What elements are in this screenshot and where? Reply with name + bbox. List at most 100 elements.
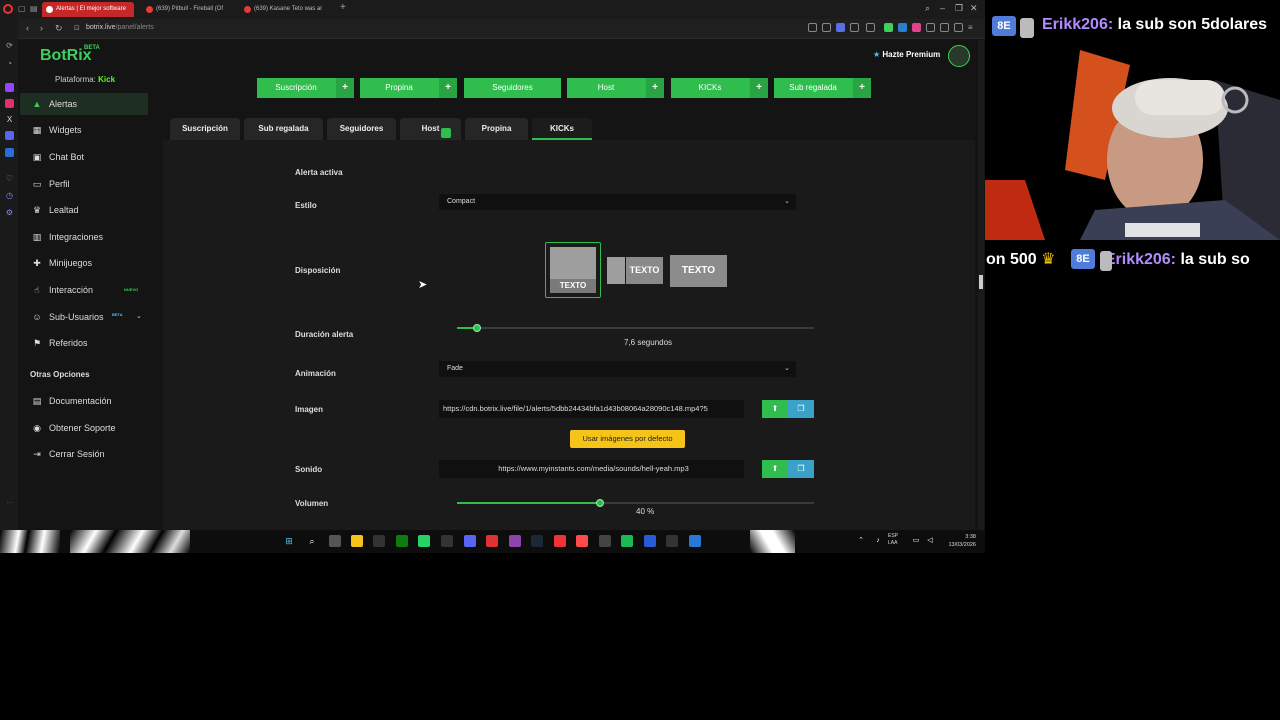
tab-alertas[interactable]: Alertas | El mejor software xyxy=(42,2,134,17)
duration-slider-thumb[interactable] xyxy=(473,324,481,332)
reload-icon[interactable]: ↻ xyxy=(55,23,63,34)
app-icon[interactable] xyxy=(441,535,453,547)
sidebar-item-interaccion[interactable]: ☝ Interacción NUEVO xyxy=(20,279,148,301)
discord-icon[interactable] xyxy=(5,131,14,140)
sidebar-item-referidos[interactable]: ⚑ Referidos xyxy=(20,332,148,354)
sidebar-item-alertas[interactable]: ▲ Alertas xyxy=(20,93,148,115)
brand-logo[interactable]: BotRix BETA xyxy=(40,45,100,65)
sidebar-toggle-icon[interactable]: ▢ xyxy=(18,4,26,13)
extension-icon[interactable] xyxy=(912,23,921,32)
tab-host[interactable]: Host xyxy=(400,118,461,140)
language-indicator[interactable]: ESP LAA xyxy=(888,533,898,547)
forward-icon[interactable]: › xyxy=(40,23,43,33)
extension-icon[interactable] xyxy=(884,23,893,32)
search-tabs-icon[interactable]: ⌕ xyxy=(925,3,930,14)
messenger-icon[interactable]: ◔ xyxy=(5,59,14,68)
url-field[interactable]: botrix.live/panel/alerts xyxy=(86,24,154,31)
sidebar-item-integraciones[interactable]: ▥ Integraciones xyxy=(20,226,148,248)
spotify-icon[interactable] xyxy=(621,535,633,547)
premium-link[interactable]: ★ Hazte Premium xyxy=(873,50,940,59)
volume-slider-thumb[interactable] xyxy=(596,499,604,507)
user-avatar[interactable] xyxy=(948,45,970,67)
add-alert-propina[interactable]: Propina + xyxy=(360,78,457,98)
network-icon[interactable]: ▭ xyxy=(910,535,922,547)
image-gallery-button[interactable]: ❐ xyxy=(788,400,814,418)
style-select[interactable]: Compact ⌄ xyxy=(439,194,796,210)
opera-icon[interactable] xyxy=(554,535,566,547)
sidebar-item-lealtad[interactable]: ♛ Lealtad xyxy=(20,199,148,221)
scrollbar-thumb[interactable] xyxy=(979,275,983,289)
tab-propina[interactable]: Propina xyxy=(465,118,528,140)
whatsapp-icon[interactable] xyxy=(418,535,430,547)
image-url-input[interactable]: https://cdn.botrix.live/file/1/alerts/5d… xyxy=(439,400,744,418)
sidebar-item-documentacion[interactable]: ▤ Documentación xyxy=(20,390,148,412)
menu-icon[interactable]: ≡ xyxy=(968,23,977,32)
add-alert-suscripcion[interactable]: Suscripción + xyxy=(257,78,354,98)
new-tab-button[interactable]: + xyxy=(340,2,346,13)
sidebar-item-sub-usuarios[interactable]: ☺ Sub-Usuarios BETA ⌄ xyxy=(20,306,148,328)
add-alert-sub-regalada[interactable]: Sub regalada + xyxy=(774,78,871,98)
extension-icon[interactable] xyxy=(926,23,935,32)
bookmark-icon[interactable] xyxy=(5,148,14,157)
tab-kicks[interactable]: KICKs xyxy=(532,118,592,140)
more-icon[interactable]: ··· xyxy=(5,499,14,508)
download-icon[interactable] xyxy=(954,23,963,32)
steam-icon[interactable] xyxy=(531,535,543,547)
opera-logo-icon[interactable] xyxy=(3,4,13,14)
sidebar-item-soporte[interactable]: ◉ Obtener Soporte xyxy=(20,417,148,439)
clock-icon[interactable]: ◷ xyxy=(5,191,14,200)
animation-select[interactable]: Fade ⌄ xyxy=(439,361,796,377)
tray-chevron-icon[interactable]: ⌃ xyxy=(855,535,867,547)
tab-pitbull[interactable]: (639) Pitbull - Fireball (Of xyxy=(142,2,234,17)
app-icon[interactable] xyxy=(486,535,498,547)
alert-active-checkbox[interactable] xyxy=(441,128,451,138)
extensions-puzzle-icon[interactable] xyxy=(940,23,949,32)
default-images-button[interactable]: Usar imágenes por defecto xyxy=(570,430,685,448)
vpn-icon[interactable] xyxy=(836,23,845,32)
tab-seguidores[interactable]: Seguidores xyxy=(327,118,396,140)
volume-icon[interactable]: ◁ xyxy=(924,535,936,547)
history-icon[interactable]: ⟳ xyxy=(5,41,14,50)
tab-kasane[interactable]: (639) Kasane Teto was ar xyxy=(240,2,332,17)
layout-option-overlay[interactable]: TEXTO xyxy=(670,255,727,287)
add-alert-seguidores[interactable]: Seguidores xyxy=(464,78,561,98)
settings-icon[interactable]: ⚙ xyxy=(5,208,14,217)
file-explorer-icon[interactable] xyxy=(351,535,363,547)
obs-icon[interactable] xyxy=(599,535,611,547)
add-alert-host[interactable]: Host + xyxy=(567,78,664,98)
upload-image-button[interactable]: ⬆ xyxy=(762,400,788,418)
upload-sound-button[interactable]: ⬆ xyxy=(762,460,788,478)
heart-icon[interactable]: ♡ xyxy=(5,174,14,183)
screenshot-icon[interactable] xyxy=(808,23,817,32)
instagram-icon[interactable] xyxy=(5,99,14,108)
sidebar-item-minijuegos[interactable]: ✚ Minijuegos xyxy=(20,252,148,274)
maximize-icon[interactable]: ❐ xyxy=(955,3,963,14)
twitch-icon[interactable] xyxy=(5,83,14,92)
app-icon[interactable] xyxy=(666,535,678,547)
duration-slider-track[interactable] xyxy=(457,327,814,329)
layout-option-side[interactable]: TEXTO xyxy=(607,257,663,284)
chevron-down-icon[interactable]: ⌄ xyxy=(136,306,142,328)
task-view-icon[interactable] xyxy=(329,535,341,547)
sidebar-item-chat-bot[interactable]: ▣ Chat Bot xyxy=(20,146,148,168)
snapshot-icon[interactable] xyxy=(822,23,831,32)
layout-option-stacked[interactable]: TEXTO xyxy=(545,242,601,298)
tab-search-icon[interactable]: ▤ xyxy=(30,4,38,13)
discord-icon[interactable] xyxy=(464,535,476,547)
sound-url-input[interactable]: https://www.myinstants.com/media/sounds/… xyxy=(439,460,744,478)
tab-suscripcion[interactable]: Suscripción xyxy=(170,118,240,140)
mic-icon[interactable]: ♪ xyxy=(872,535,884,547)
back-icon[interactable]: ‹ xyxy=(26,23,29,33)
app-icon[interactable] xyxy=(689,535,701,547)
close-icon[interactable]: ✕ xyxy=(970,3,978,14)
sidebar-item-perfil[interactable]: ▭ Perfil xyxy=(20,173,148,195)
x-icon[interactable]: X xyxy=(5,115,14,124)
app-icon[interactable] xyxy=(373,535,385,547)
app-icon[interactable] xyxy=(644,535,656,547)
bookmark-page-icon[interactable] xyxy=(850,23,859,32)
add-alert-kicks[interactable]: KICKs + xyxy=(671,78,768,98)
system-clock[interactable]: 3:38 13/03/2026 xyxy=(940,533,976,549)
search-icon[interactable]: ⌕ xyxy=(306,535,318,547)
windows-start-icon[interactable]: ⊞ xyxy=(283,535,295,547)
xbox-icon[interactable] xyxy=(396,535,408,547)
